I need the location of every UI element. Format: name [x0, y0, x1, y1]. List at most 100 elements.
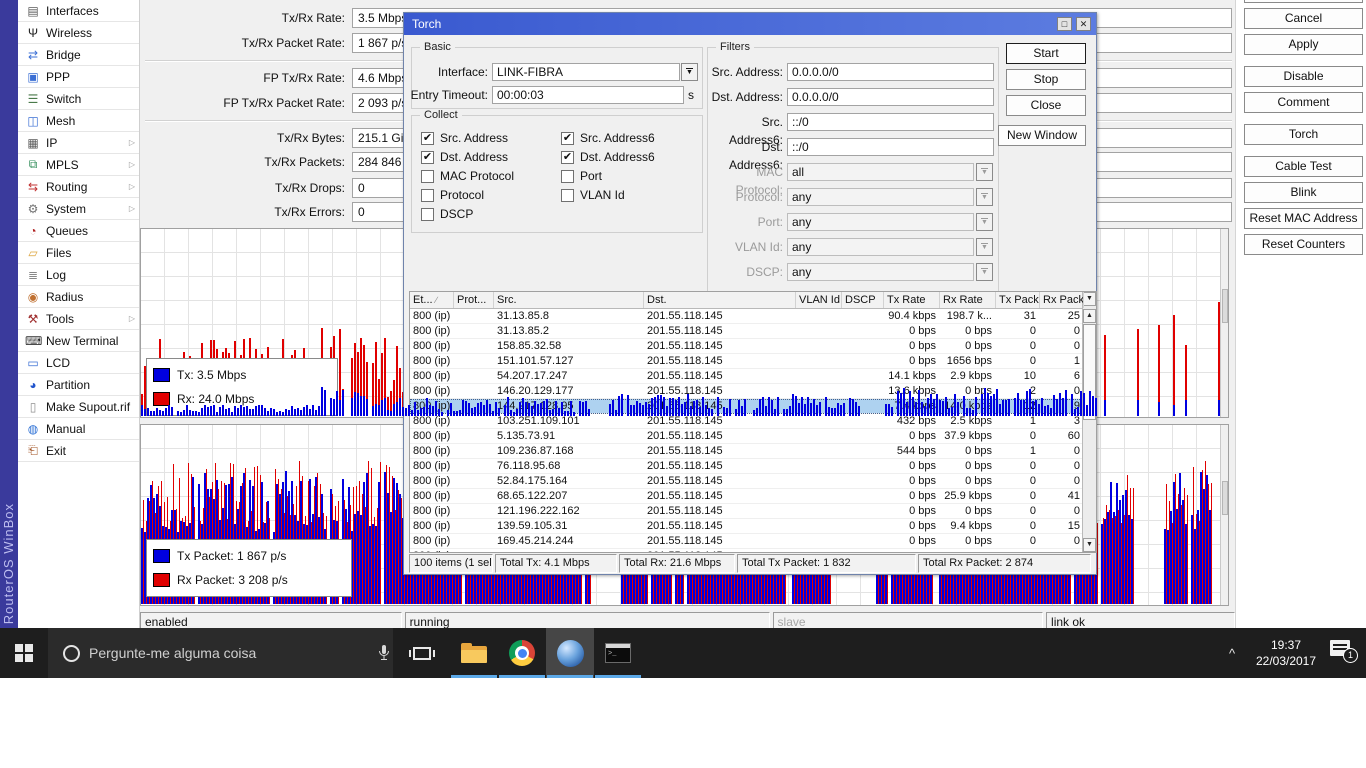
column-header-prot[interactable]: Prot... [454, 292, 494, 308]
sidebar-item-mpls[interactable]: ⧉ MPLS ▷ [18, 154, 139, 176]
table-row[interactable]: 800 (ip) 151.101.57.127 201.55.118.145 0 bp… [410, 354, 1096, 369]
sidebar-item-wireless[interactable]: Ψ Wireless [18, 22, 139, 44]
collect-src-address6-checkbox[interactable]: ✔ Src. Address6 [561, 130, 655, 146]
rate-chart-scroll-thumb[interactable] [1222, 289, 1228, 323]
close-button[interactable]: Close [1006, 95, 1086, 116]
table-row[interactable]: 800 (ip) 31.13.85.2 201.55.118.145 0 bps 0 b… [410, 324, 1096, 339]
sidebar-item-queues[interactable]: ◔ Queues [18, 220, 139, 242]
rate-chart-scrollbar[interactable] [1220, 229, 1228, 417]
scroll-down-icon[interactable]: ▼ [1083, 538, 1096, 552]
column-header-et[interactable]: Et... ∕ [410, 292, 454, 308]
cancel-button[interactable]: Cancel [1244, 8, 1363, 29]
winbox-button[interactable] [546, 628, 594, 678]
sidebar-item-radius[interactable]: ◉ Radius [18, 286, 139, 308]
cortana-search-box[interactable] [48, 628, 393, 678]
column-header-rx-rate[interactable]: Rx Rate [940, 292, 996, 308]
maximize-icon[interactable]: □ [1057, 17, 1072, 31]
tray-clock[interactable]: 19:37 22/03/2017 [1245, 637, 1327, 669]
scroll-up-icon[interactable]: ▲ [1083, 309, 1096, 323]
table-scrollbar[interactable]: ▼ ▲ ▼ [1082, 292, 1096, 552]
column-header-tx-pack[interactable]: Tx Pack... [996, 292, 1040, 308]
table-row[interactable]: 800 (ip) 109.236.87.168 201.55.118.145 544 … [410, 444, 1096, 459]
sidebar-item-tools[interactable]: ⚒ Tools ▷ [18, 308, 139, 330]
reset-counters-button[interactable]: Reset Counters [1244, 234, 1363, 255]
start-button[interactable]: Start [1006, 43, 1086, 64]
table-row[interactable]: 800 (ip) 54.207.17.247 201.55.118.145 14.1 … [410, 369, 1096, 384]
microphone-icon[interactable] [377, 644, 391, 663]
sidebar-item-new-terminal[interactable]: ⌨ New Terminal [18, 330, 139, 352]
partial-button-top[interactable] [1244, 0, 1363, 3]
filter-src-address-input[interactable]: 0.0.0.0/0 [787, 63, 994, 81]
collect-dst-address6-checkbox[interactable]: ✔ Dst. Address6 [561, 149, 655, 165]
table-row[interactable]: 800 (ip) 158.85.32.58 201.55.118.145 0 bps 0… [410, 339, 1096, 354]
cable-test-button[interactable]: Cable Test [1244, 156, 1363, 177]
torch-button[interactable]: Torch [1244, 124, 1363, 145]
sidebar-item-files[interactable]: ▱ Files [18, 242, 139, 264]
sidebar-item-bridge[interactable]: ⇄ Bridge [18, 44, 139, 66]
packet-chart-scroll-thumb[interactable] [1222, 481, 1228, 515]
table-row[interactable]: 800 (ip) 103.251.109.101 201.55.118.145 432… [410, 414, 1096, 429]
chrome-button[interactable] [498, 628, 546, 678]
submenu-arrow-icon: ▷ [128, 182, 135, 191]
sidebar-item-lcd[interactable]: ▭ LCD [18, 352, 139, 374]
collect-protocol-checkbox[interactable]: Protocol [421, 187, 484, 203]
sidebar-item-system[interactable]: ⚙ System ▷ [18, 198, 139, 220]
sidebar-item-routing[interactable]: ⇆ Routing ▷ [18, 176, 139, 198]
disable-button[interactable]: Disable [1244, 66, 1363, 87]
column-header-src[interactable]: Src. [494, 292, 644, 308]
task-view-button[interactable] [398, 628, 446, 678]
interface-dropdown-button[interactable]: ▼ [681, 63, 698, 81]
filter-dst-address-input[interactable]: 0.0.0.0/0 [787, 88, 994, 106]
column-header-rx-pack[interactable]: Rx Pack... [1040, 292, 1084, 308]
apply-button[interactable]: Apply [1244, 34, 1363, 55]
column-header-dscp[interactable]: DSCP [842, 292, 884, 308]
sidebar-item-switch[interactable]: ☰ Switch [18, 88, 139, 110]
sidebar-item-partition[interactable]: ◕ Partition [18, 374, 139, 396]
table-row[interactable]: 800 (ip) 68.65.122.207 201.55.118.145 0 bps… [410, 489, 1096, 504]
sidebar-item-manual[interactable]: ◍ Manual [18, 418, 139, 440]
file-explorer-button[interactable] [450, 628, 498, 678]
column-header-tx-rate[interactable]: Tx Rate [884, 292, 940, 308]
table-row[interactable]: 800 (ip) 52.84.175.164 201.55.118.145 0 bps… [410, 474, 1096, 489]
filter-src-address6-input[interactable]: ::/0 [787, 113, 994, 131]
start-button[interactable] [0, 628, 48, 678]
table-row[interactable]: 800 (ip) 5.135.73.91 201.55.118.145 0 bps 37… [410, 429, 1096, 444]
collect-vlan-id-checkbox[interactable]: VLAN Id [561, 187, 625, 203]
column-select-button[interactable]: ▼ [1083, 292, 1096, 306]
sidebar-item-ip[interactable]: ▦ IP ▷ [18, 132, 139, 154]
table-row[interactable]: 800 (ip) 201.55.118.145 [410, 549, 1096, 552]
column-header-vlan-id[interactable]: VLAN Id [796, 292, 842, 308]
entry-timeout-input[interactable]: 00:00:03 [492, 86, 684, 104]
terminal-button[interactable] [594, 628, 642, 678]
collect-port-checkbox[interactable]: Port [561, 168, 602, 184]
torch-dialog-titlebar[interactable]: Torch □ ✕ [404, 13, 1096, 35]
close-icon[interactable]: ✕ [1076, 17, 1091, 31]
new-window-button[interactable]: New Window [998, 125, 1086, 146]
reset-mac-address-button[interactable]: Reset MAC Address [1244, 208, 1363, 229]
sidebar-item-interfaces[interactable]: ▤ Interfaces [18, 0, 139, 22]
interface-input[interactable]: LINK-FIBRA [492, 63, 680, 81]
table-row[interactable]: 800 (ip) 76.118.95.68 201.55.118.145 0 bps 0… [410, 459, 1096, 474]
collect-dscp-checkbox[interactable]: DSCP [421, 206, 473, 222]
sidebar-item-log[interactable]: ≣ Log [18, 264, 139, 286]
collect-dst-address-checkbox[interactable]: ✔ Dst. Address [421, 149, 508, 165]
table-row[interactable]: 800 (ip) 169.45.214.244 201.55.118.145 0 bp… [410, 534, 1096, 549]
comment-button[interactable]: Comment [1244, 92, 1363, 113]
table-row[interactable]: 800 (ip) 31.13.85.8 201.55.118.145 90.4 kbp… [410, 309, 1096, 324]
filter-dst-address6-input[interactable]: ::/0 [787, 138, 994, 156]
column-header-dst[interactable]: Dst. [644, 292, 796, 308]
sidebar-item-ppp[interactable]: ▣ PPP [18, 66, 139, 88]
packet-chart-scrollbar[interactable] [1220, 425, 1228, 605]
tray-chevron-icon[interactable]: ^ [1222, 628, 1242, 678]
search-input[interactable] [89, 645, 339, 661]
sidebar-item-mesh[interactable]: ◫ Mesh [18, 110, 139, 132]
blink-button[interactable]: Blink [1244, 182, 1363, 203]
sidebar-item-exit[interactable]: ⎗ Exit [18, 440, 139, 462]
sidebar-item-make-supout-rif[interactable]: ▯ Make Supout.rif [18, 396, 139, 418]
stop-button[interactable]: Stop [1006, 69, 1086, 90]
table-row[interactable]: 800 (ip) 121.196.222.162 201.55.118.145 0 b… [410, 504, 1096, 519]
table-row[interactable]: 800 (ip) 139.59.105.31 201.55.118.145 0 bps… [410, 519, 1096, 534]
collect-mac-protocol-checkbox[interactable]: MAC Protocol [421, 168, 514, 184]
collect-src-address-checkbox[interactable]: ✔ Src. Address [421, 130, 508, 146]
tx-bar [1206, 475, 1208, 604]
